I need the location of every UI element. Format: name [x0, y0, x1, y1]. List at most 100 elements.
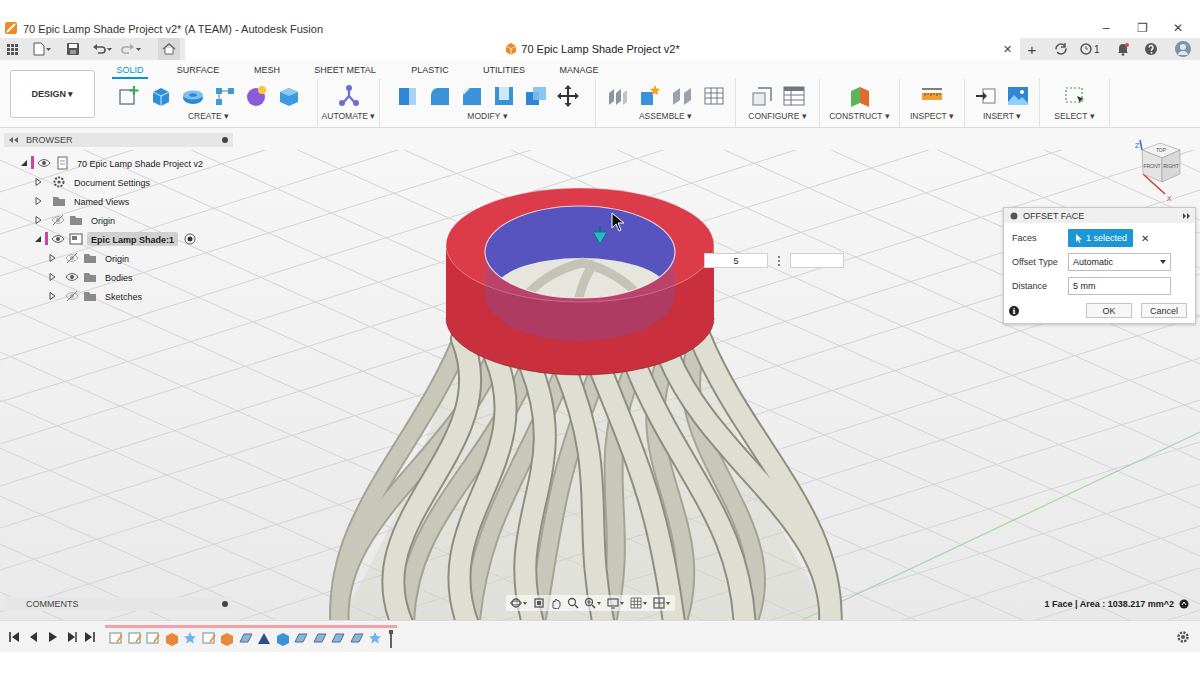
view-cube[interactable]: TOPFRONTRIGHTZX — [1125, 138, 1195, 208]
revolve-icon[interactable] — [181, 84, 205, 108]
zoom-icon[interactable] — [567, 597, 579, 609]
extrude-icon[interactable] — [149, 84, 173, 108]
chamfer-icon[interactable] — [460, 84, 484, 108]
as-built-joint-icon[interactable] — [670, 84, 694, 108]
zoom-window-icon[interactable] — [584, 597, 602, 609]
face-selection-button[interactable]: 1 selected — [1068, 229, 1133, 247]
more-options-icon[interactable] — [776, 255, 782, 267]
app-grid-icon[interactable] — [6, 43, 19, 56]
browser-item[interactable]: Origin — [4, 248, 233, 267]
create-sketch-icon[interactable] — [117, 84, 141, 108]
expand-arrow-icon[interactable] — [47, 272, 57, 282]
help-icon[interactable] — [1144, 42, 1158, 56]
browser-item[interactable]: Epic Lamp Shade:1 — [4, 229, 233, 248]
active-component-radio-icon[interactable] — [184, 233, 196, 245]
last-step-icon[interactable] — [84, 631, 96, 643]
timeline-sketch-icon[interactable] — [202, 631, 216, 646]
canvas-distance-input[interactable] — [704, 253, 768, 268]
window-control-button[interactable]: ✕ — [1160, 21, 1196, 35]
timeline-surface-icon[interactable] — [350, 631, 364, 646]
expand-arrow-icon[interactable] — [33, 234, 43, 244]
expand-arrow-icon[interactable] — [33, 215, 43, 225]
toolbar-tab[interactable]: MESH — [241, 60, 293, 79]
toolbar-tab[interactable]: SURFACE — [155, 60, 241, 79]
next-step-icon[interactable] — [65, 631, 77, 643]
view-cube-face[interactable]: FRONT — [1143, 163, 1160, 169]
save-icon[interactable] — [66, 42, 80, 56]
notification-bell-icon[interactable] — [1116, 42, 1130, 56]
orbit-icon[interactable] — [510, 597, 528, 609]
select-icon[interactable] — [1063, 84, 1087, 108]
toolbar-tab[interactable]: SHEET METAL — [293, 60, 397, 79]
pan-icon[interactable] — [550, 597, 562, 609]
look-at-icon[interactable] — [533, 597, 545, 609]
eye-icon[interactable] — [65, 271, 79, 283]
combine-icon[interactable] — [524, 84, 548, 108]
expand-dialog-icon[interactable] — [1182, 212, 1191, 220]
measure-icon[interactable] — [920, 84, 944, 108]
expand-arrow-icon[interactable] — [47, 291, 57, 301]
viewports-icon[interactable] — [653, 597, 671, 609]
window-control-button[interactable]: ❐ — [1124, 21, 1160, 35]
browser-item[interactable]: 70 Epic Lamp Shade Project v2 — [4, 153, 233, 172]
workspace-switcher[interactable]: DESIGN ▾ — [10, 70, 95, 118]
redo-icon[interactable] — [121, 42, 142, 56]
tool-group-label[interactable]: CONSTRUCT ▾ — [829, 111, 890, 121]
browser-item[interactable]: Bodies — [4, 267, 233, 286]
press-pull-icon[interactable] — [396, 84, 420, 108]
timeline-extrude-icon[interactable] — [165, 631, 179, 646]
timeline-sketch-icon[interactable] — [146, 631, 160, 646]
timeline-settings-gear-icon[interactable] — [1176, 630, 1190, 644]
home-icon[interactable] — [158, 38, 180, 60]
toolbar-tab[interactable]: MANAGE — [545, 60, 613, 79]
timeline-form-icon[interactable] — [183, 631, 197, 646]
joint-icon[interactable] — [606, 84, 630, 108]
construct-plane-icon[interactable] — [848, 84, 872, 108]
create-form-icon[interactable] — [245, 84, 269, 108]
tool-group-label[interactable]: MODIFY ▾ — [467, 111, 507, 121]
fillet-icon[interactable] — [428, 84, 452, 108]
info-icon[interactable]: i — [1009, 306, 1019, 316]
model-view[interactable] — [0, 128, 1200, 620]
eye-hidden-icon[interactable] — [65, 290, 79, 302]
toolbar-tab[interactable]: SOLID — [105, 60, 155, 79]
job-status[interactable]: 1 — [1080, 43, 1100, 55]
play-icon[interactable] — [46, 631, 58, 643]
timeline-surface-icon[interactable] — [313, 631, 327, 646]
tool-group-label[interactable]: SELECT ▾ — [1054, 111, 1094, 121]
eye-hidden-icon[interactable] — [65, 252, 79, 264]
view-cube-face[interactable]: TOP — [1156, 147, 1167, 153]
grid-settings-icon[interactable] — [630, 597, 648, 609]
file-menu-icon[interactable] — [32, 42, 52, 56]
distance-input[interactable] — [1068, 277, 1171, 295]
close-tab-button[interactable]: ✕ — [1000, 43, 1014, 56]
panel-pin-icon[interactable] — [221, 136, 229, 144]
previous-step-icon[interactable] — [27, 631, 39, 643]
undo-icon[interactable] — [92, 42, 113, 56]
window-control-button[interactable]: – — [1088, 21, 1124, 35]
browser-item[interactable]: Document Settings — [4, 172, 233, 191]
sync-icon[interactable] — [1054, 42, 1068, 56]
pattern-icon[interactable] — [213, 84, 237, 108]
timeline-sweep-icon[interactable] — [257, 631, 271, 646]
timeline-surface-icon[interactable] — [294, 631, 308, 646]
expand-arrow-icon[interactable] — [47, 253, 57, 263]
eye-icon[interactable] — [37, 157, 51, 169]
user-avatar-icon[interactable] — [1175, 41, 1191, 57]
table-icon[interactable] — [702, 84, 726, 108]
configuration-table-icon[interactable] — [782, 84, 806, 108]
browser-item[interactable]: Named Views — [4, 191, 233, 210]
expand-arrow-icon[interactable] — [33, 196, 43, 206]
offset-type-dropdown[interactable]: Automatic — [1068, 253, 1171, 271]
tool-group-label[interactable]: INSPECT ▾ — [910, 111, 954, 121]
timeline-body-icon[interactable] — [276, 631, 290, 646]
panel-pin-icon[interactable] — [221, 600, 229, 608]
collapse-dialog-icon[interactable] — [1010, 212, 1018, 220]
shell-icon[interactable] — [492, 84, 516, 108]
configure-icon[interactable] — [750, 84, 774, 108]
image-icon[interactable] — [1006, 84, 1030, 108]
first-step-icon[interactable] — [8, 631, 20, 643]
display-settings-icon[interactable] — [607, 597, 625, 609]
tool-group-label[interactable]: AUTOMATE ▾ — [322, 111, 376, 121]
timeline-surface-icon[interactable] — [239, 631, 253, 646]
